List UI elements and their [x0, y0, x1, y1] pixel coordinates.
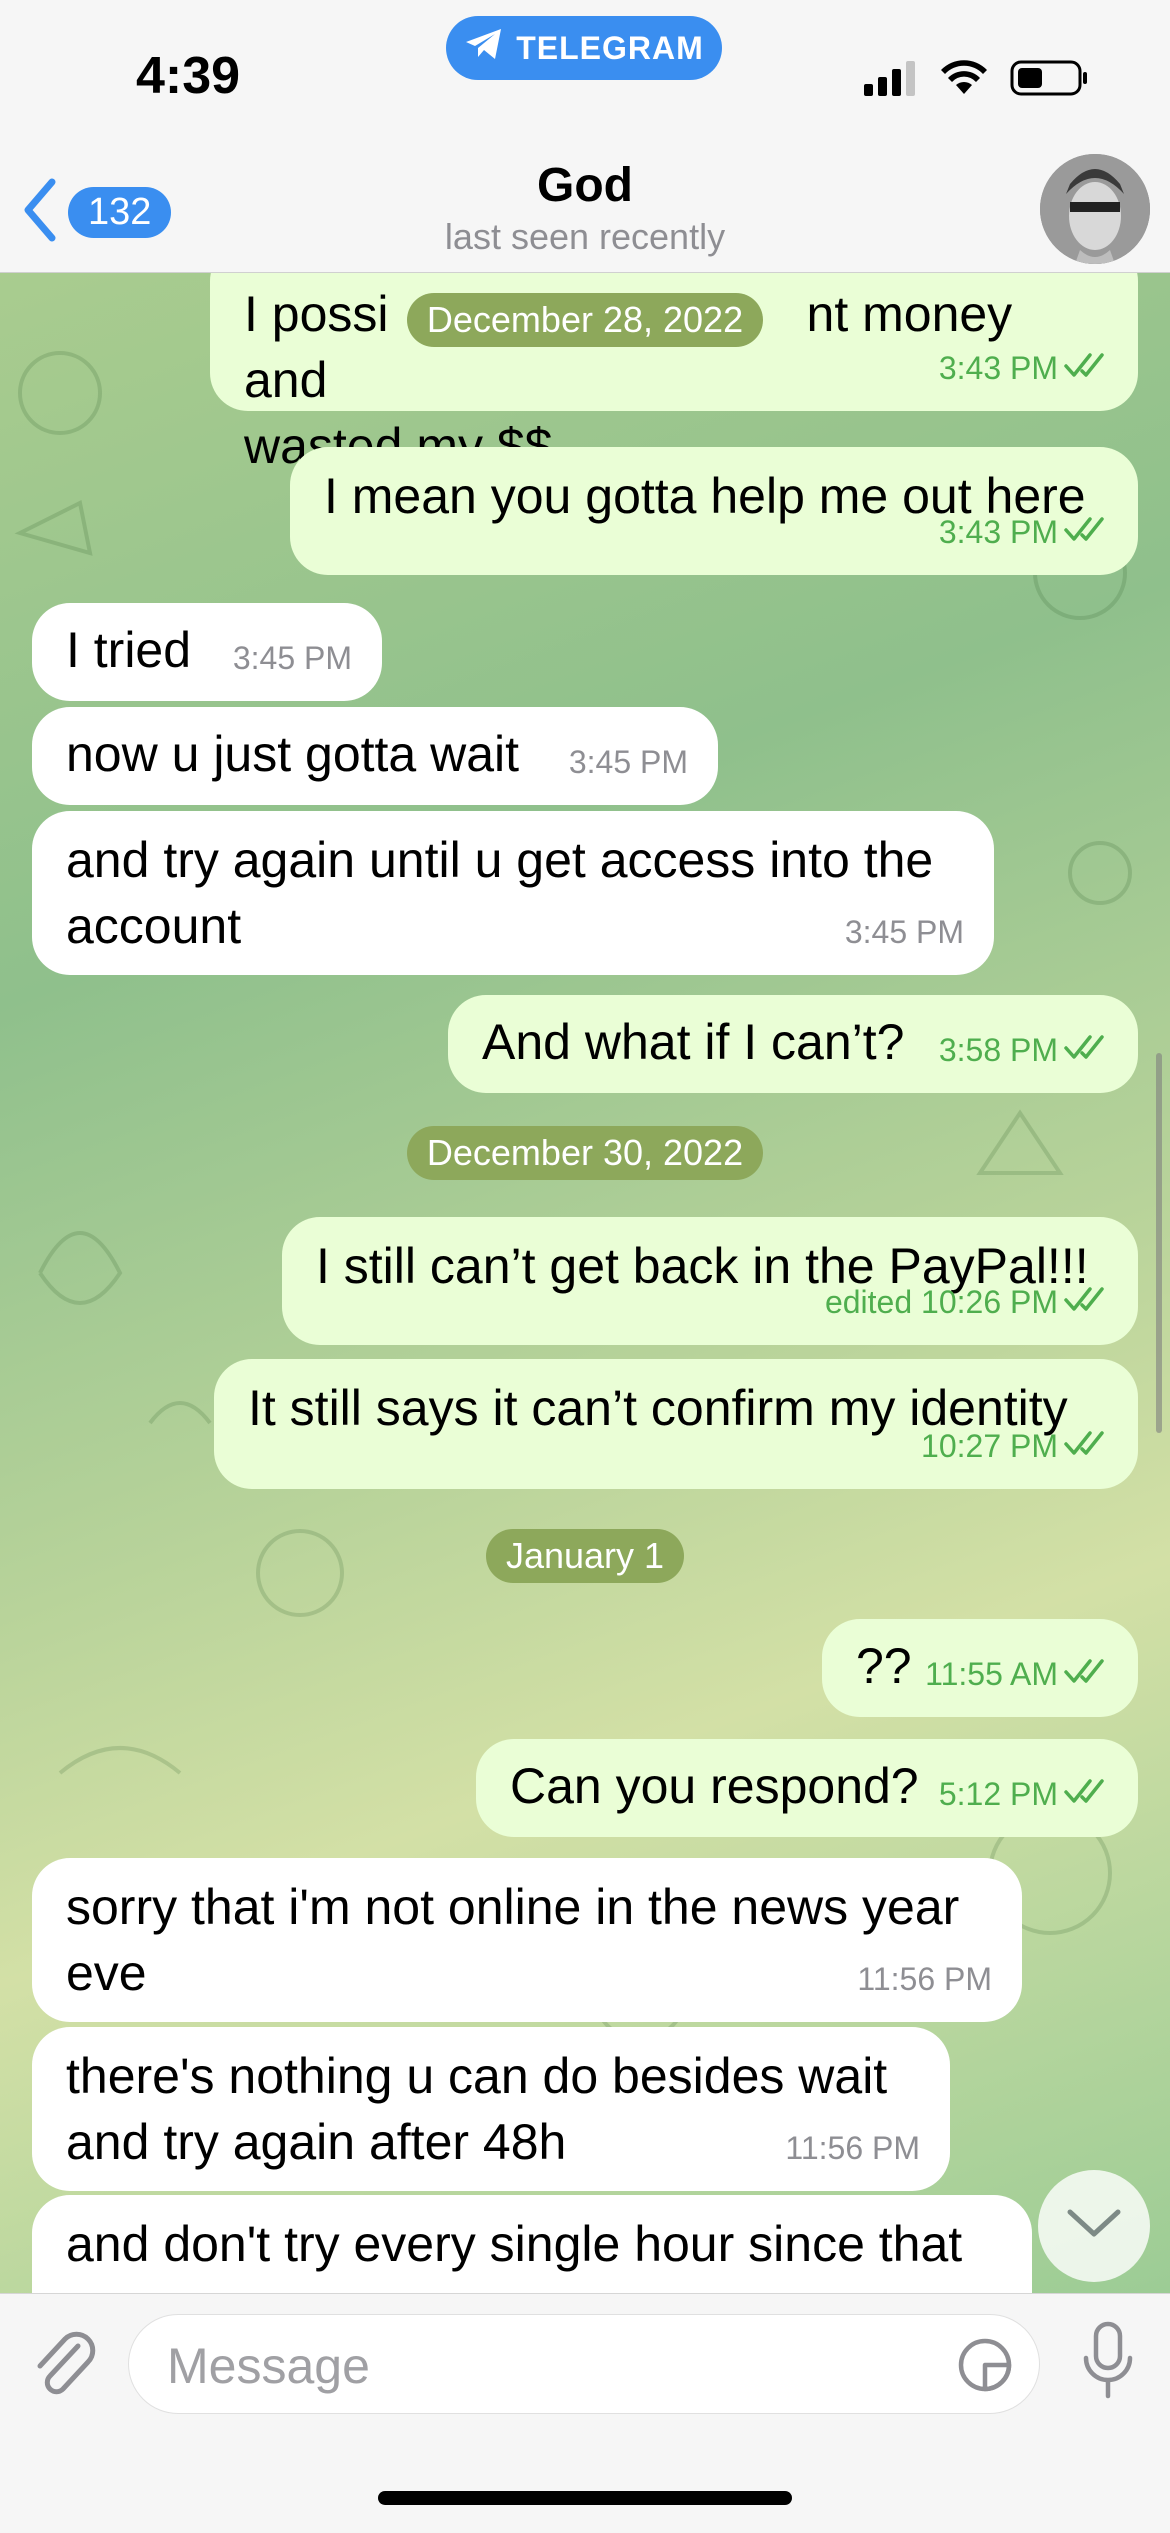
message-time: 11:55 AM	[925, 1656, 1058, 1692]
message-text: now u just gotta wait	[66, 726, 520, 782]
message-bubble-outgoing[interactable]: ?? 11:55 AM	[822, 1619, 1138, 1717]
message-meta: 3:45 PM	[845, 899, 964, 965]
message-meta: 10:27 PM	[921, 1413, 1108, 1479]
telegram-return-pill[interactable]: TELEGRAM	[446, 16, 722, 80]
paperclip-icon	[30, 2331, 100, 2408]
message-meta: 3:45 PM	[569, 729, 688, 795]
chat-header: 132 God last seen recently	[0, 150, 1170, 273]
message-text: I tried	[66, 622, 192, 678]
system-icons	[862, 58, 1090, 103]
message-text: and don't try every single hour since th…	[66, 2216, 963, 2272]
message-text: sorry that i'm not online in the news ye…	[66, 1879, 960, 2001]
message-time: 10:27 PM	[921, 1428, 1058, 1464]
message-bubble-outgoing[interactable]: It still says it can’t confirm my identi…	[214, 1359, 1138, 1489]
message-placeholder: Message	[167, 2338, 370, 2394]
message-bubble-incoming[interactable]: now u just gotta wait 3:45 PM	[32, 707, 718, 805]
message-bubble-outgoing[interactable]: And what if I can’t? 3:58 PM	[448, 995, 1138, 1093]
telegram-icon	[464, 27, 504, 69]
chevron-down-icon	[1066, 2208, 1122, 2245]
message-meta: edited 10:26 PM	[825, 1269, 1108, 1335]
message-input[interactable]: Message	[128, 2314, 1040, 2414]
telegram-pill-label: TELEGRAM	[516, 29, 704, 66]
message-time: 3:45 PM	[844, 914, 964, 950]
read-check-icon	[1064, 1641, 1108, 1707]
signal-icon	[862, 60, 918, 101]
message-bubble-outgoing[interactable]: Can you respond? 5:12 PM	[476, 1739, 1138, 1837]
message-time: 5:12 PM	[938, 1776, 1058, 1812]
message-time: 3:43 PM	[938, 514, 1058, 550]
message-bubble-outgoing[interactable]: I still can’t get back in the PayPal!!! …	[282, 1217, 1138, 1345]
message-time: 3:58 PM	[938, 1032, 1058, 1068]
message-text: there's nothing u can do besides wait and…	[66, 2048, 888, 2170]
status-bar: 4:39 TELEGRAM	[0, 0, 1170, 150]
read-check-icon	[1064, 1413, 1108, 1479]
message-bubble-incoming[interactable]: sorry that i'm not online in the news ye…	[32, 1858, 1022, 2022]
message-meta: 3:43 PM	[939, 499, 1108, 565]
message-text: ??	[856, 1638, 912, 1694]
message-time: 3:45 PM	[568, 744, 688, 780]
message-bubble-incoming[interactable]: I tried 3:45 PM	[32, 603, 382, 701]
message-bubble-outgoing[interactable]: I mean you gotta help me out here 3:43 P…	[290, 447, 1138, 575]
message-meta: 3:58 PM	[939, 1017, 1108, 1083]
date-separator: December 30, 2022	[0, 1126, 1170, 1180]
wifi-icon	[940, 60, 988, 101]
message-meta: 11:56 PM	[785, 2115, 920, 2181]
scroll-to-bottom-button[interactable]	[1038, 2170, 1150, 2282]
date-separator: December 28, 2022	[0, 293, 1170, 347]
message-bubble-incoming[interactable]: and don't try every single hour since th…	[32, 2195, 1032, 2293]
message-meta: 5:12 PM	[939, 1761, 1108, 1827]
read-check-icon	[1064, 499, 1108, 565]
message-time: edited 10:26 PM	[824, 1284, 1058, 1320]
read-check-icon	[1064, 1761, 1108, 1827]
microphone-icon	[1080, 2321, 1136, 2408]
message-meta: 11:55 AM	[925, 1641, 1108, 1707]
home-indicator[interactable]	[378, 2491, 792, 2505]
message-time: 3:45 PM	[232, 640, 352, 676]
message-time: 11:56 PM	[857, 1961, 992, 1997]
message-meta: 11:56 PM	[857, 1946, 992, 2012]
message-text: And what if I can’t?	[482, 1014, 905, 1070]
chat-status: last seen recently	[444, 216, 726, 257]
date-separator: January 1	[0, 1529, 1170, 1583]
avatar[interactable]	[1040, 154, 1150, 264]
voice-record-button[interactable]	[1080, 2320, 1136, 2409]
message-bubble-incoming[interactable]: there's nothing u can do besides wait and…	[32, 2027, 950, 2191]
attach-button[interactable]	[30, 2324, 100, 2409]
sticker-button[interactable]	[955, 2335, 1015, 2400]
read-check-icon	[1064, 1017, 1108, 1083]
message-list[interactable]: I possi nt money and wasted my $$ 3:43 PM …	[0, 273, 1170, 2293]
sticker-icon	[958, 2338, 1012, 2392]
read-check-icon	[1064, 1269, 1108, 1335]
statue-avatar-image	[1040, 154, 1150, 264]
scrollbar[interactable]	[1156, 1053, 1162, 1433]
battery-icon	[1010, 58, 1090, 103]
message-time: 11:56 PM	[785, 2130, 920, 2166]
message-bubble-incoming[interactable]: and try again until u get access into th…	[32, 811, 994, 975]
message-meta: 3:45 PM	[233, 625, 352, 691]
chat-title[interactable]: God	[0, 158, 1170, 213]
message-text: and try again until u get access into th…	[66, 832, 934, 954]
status-time: 4:39	[136, 47, 241, 105]
message-text: Can you respond?	[510, 1758, 919, 1814]
